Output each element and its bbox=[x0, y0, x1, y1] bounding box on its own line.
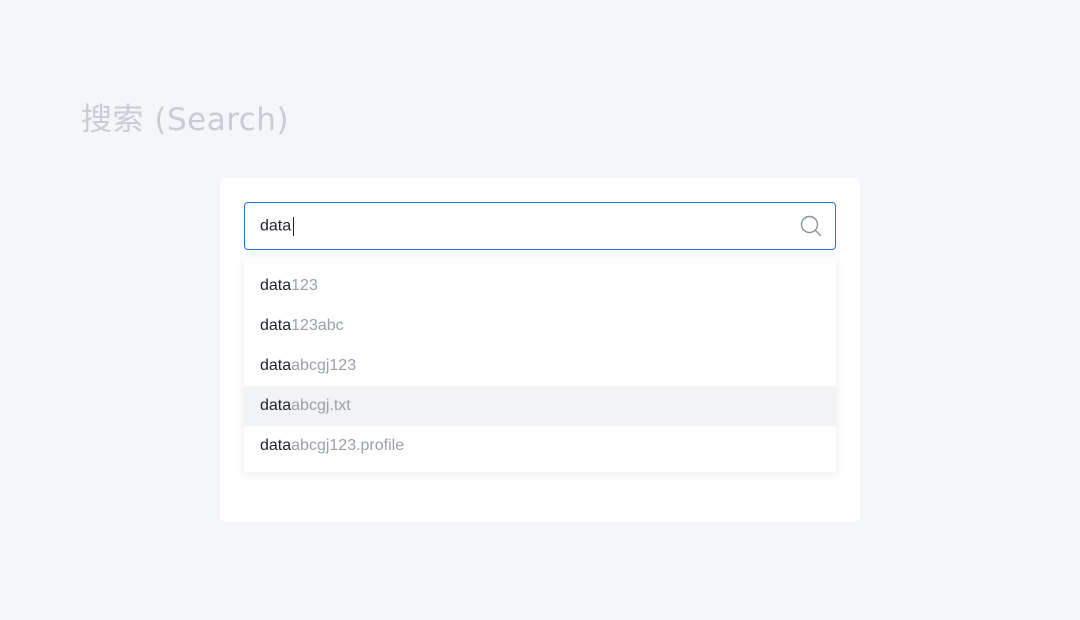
search-icon[interactable] bbox=[799, 214, 823, 238]
suggestion-rest: abcgj123 bbox=[291, 357, 357, 374]
search-card: data data 123 data 123abc data abcgj123 dat… bbox=[220, 178, 860, 522]
text-caret bbox=[293, 216, 295, 236]
suggestion-match: data bbox=[260, 357, 292, 374]
suggestion-match: data bbox=[260, 397, 292, 414]
suggestion-match: data bbox=[260, 277, 292, 294]
search-input[interactable]: data bbox=[244, 202, 836, 250]
page-title: 搜索 (Search) bbox=[81, 102, 290, 138]
suggestion-dropdown: data 123 data 123abc data abcgj123 data abcg… bbox=[244, 258, 836, 472]
suggestion-item[interactable]: data 123abc bbox=[244, 306, 836, 346]
search-input-value[interactable]: data bbox=[260, 216, 295, 236]
suggestion-rest: 123 bbox=[291, 277, 318, 294]
suggestion-item[interactable]: data abcgj123.profile bbox=[244, 426, 836, 466]
suggestion-match: data bbox=[260, 437, 292, 454]
suggestion-item[interactable]: data 123 bbox=[244, 266, 836, 306]
suggestion-item-highlighted[interactable]: data abcgj.txt bbox=[244, 386, 836, 426]
suggestion-rest: 123abc bbox=[291, 317, 344, 334]
suggestion-rest: abcgj123.profile bbox=[291, 437, 405, 454]
suggestion-match: data bbox=[260, 317, 292, 334]
suggestion-rest: abcgj.txt bbox=[291, 397, 351, 414]
suggestion-item[interactable]: data abcgj123 bbox=[244, 346, 836, 386]
